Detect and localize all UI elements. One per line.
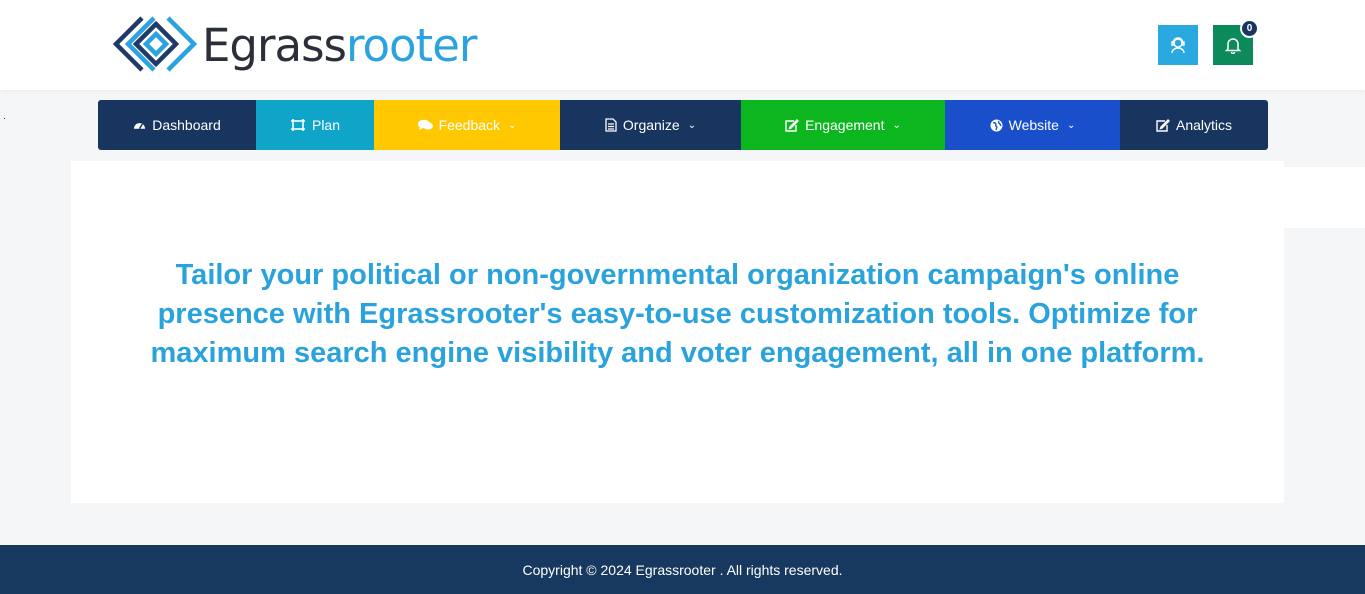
- crop-icon: [290, 119, 305, 131]
- nav-item-engagement[interactable]: Engagement ⌄: [741, 100, 945, 150]
- top-header: Egrassrooter 0: [0, 0, 1365, 90]
- nav-label: Analytics: [1175, 117, 1233, 133]
- logo-mark-icon: [112, 16, 198, 72]
- globe-icon: [990, 119, 1003, 131]
- bell-icon: [1224, 38, 1242, 54]
- brand-name: Egrassrooter: [202, 18, 477, 72]
- notification-count-badge: 0: [1240, 19, 1259, 38]
- nav-item-dashboard[interactable]: Dashboard: [98, 100, 256, 150]
- nav-item-website[interactable]: Website ⌄: [945, 100, 1120, 150]
- chevron-down-icon: ⌄: [508, 119, 517, 131]
- brand-logo[interactable]: Egrassrooter: [112, 14, 477, 76]
- user-headset-icon: [1171, 37, 1185, 54]
- document-icon: [605, 118, 617, 132]
- main-nav: Dashboard Plan Feedback ⌄ Organize ⌄ Eng…: [98, 100, 1268, 150]
- stray-dot: [4, 118, 5, 119]
- nav-item-plan[interactable]: Plan: [256, 100, 374, 150]
- chevron-down-icon: ⌄: [687, 119, 697, 131]
- nav-label: Engagement: [805, 117, 885, 133]
- chevron-down-icon: ⌄: [892, 119, 901, 131]
- comments-icon: [417, 119, 433, 130]
- nav-label: Feedback: [438, 117, 501, 133]
- main-content-card: Tailor your political or non-governmenta…: [71, 161, 1284, 503]
- profile-button[interactable]: [1158, 25, 1198, 65]
- nav-item-analytics[interactable]: Analytics: [1120, 100, 1268, 150]
- side-panel-strip: [1284, 167, 1365, 228]
- nav-label: Organize: [622, 117, 680, 133]
- hero-text: Tailor your political or non-governmenta…: [150, 259, 1205, 369]
- copyright-text: Copyright © 2024 Egrassrooter . All righ…: [522, 561, 843, 578]
- gauge-icon: [134, 123, 146, 130]
- nav-label: Dashboard: [152, 117, 221, 133]
- nav-item-organize[interactable]: Organize ⌄: [560, 100, 741, 150]
- nav-item-feedback[interactable]: Feedback ⌄: [374, 100, 560, 150]
- edit-icon: [785, 118, 800, 132]
- nav-label: Website: [1008, 117, 1059, 133]
- edit-icon: [1156, 118, 1170, 132]
- page-footer: Copyright © 2024 Egrassrooter . All righ…: [0, 545, 1365, 594]
- chevron-down-icon: ⌄: [1066, 119, 1076, 131]
- nav-label: Plan: [311, 117, 341, 133]
